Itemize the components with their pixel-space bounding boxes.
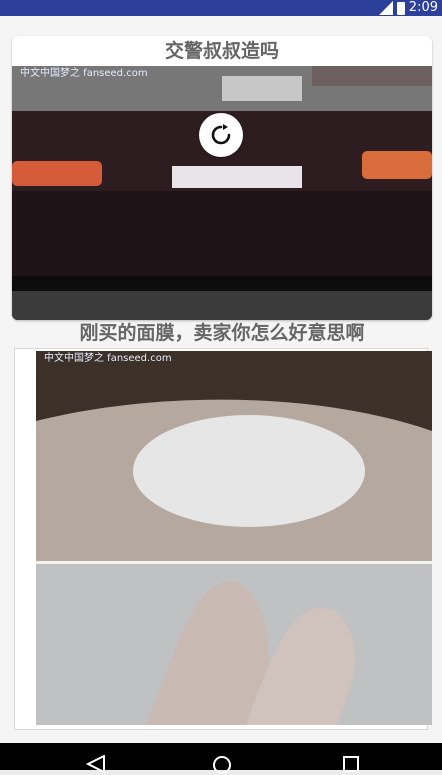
status-bar: 2:09 [0, 0, 442, 16]
car-rear-image [12, 66, 432, 320]
watermark: 中文中国梦之 fanseed.com [44, 353, 172, 364]
replay-button[interactable] [199, 113, 243, 157]
recents-icon[interactable] [342, 755, 360, 773]
back-icon[interactable] [86, 755, 106, 773]
status-icons: 2:09 [378, 0, 438, 16]
feed-card-video[interactable]: 交警叔叔造吗 中文中国梦之 fanseed.com [12, 36, 432, 320]
status-time: 2:09 [408, 0, 438, 15]
photo-image[interactable]: 中文中国梦之 fanseed.com [36, 351, 432, 725]
face-mask-image [36, 351, 432, 725]
home-icon[interactable] [212, 755, 232, 775]
navigation-bar [0, 743, 442, 774]
feed[interactable]: 交警叔叔造吗 中文中国梦之 fanseed.com 刚买的面膜，卖家你怎么好意思… [0, 16, 442, 743]
card-title: 交警叔叔造吗 [164, 40, 279, 62]
video-thumbnail[interactable]: 中文中国梦之 fanseed.com [12, 66, 432, 320]
watermark: 中文中国梦之 fanseed.com [20, 68, 148, 79]
card-title: 刚买的面膜，卖家你怎么好意思啊 [79, 322, 365, 344]
signal-icon [378, 1, 393, 15]
replay-icon [211, 124, 231, 145]
battery-icon [396, 1, 405, 15]
feed-card-photo[interactable]: 刚买的面膜，卖家你怎么好意思啊 中文中国梦之 fanseed.com [12, 316, 432, 730]
